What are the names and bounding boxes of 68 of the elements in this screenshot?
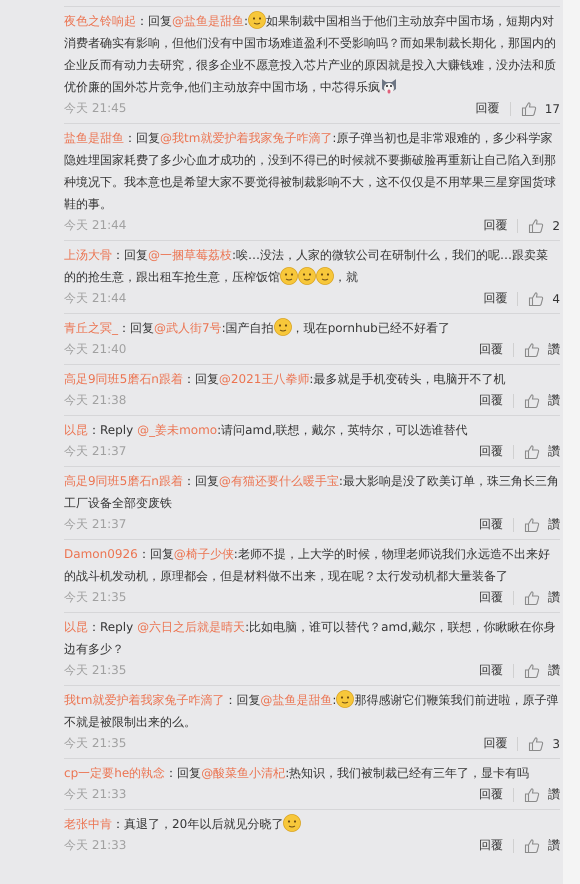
thumbs-up-icon[interactable] (524, 444, 540, 460)
like-count[interactable]: 讚 (548, 837, 560, 854)
like-count[interactable]: 4 (552, 292, 560, 306)
comment-text: 青丘之冥_：回复@武人街7号:国产自拍 ，现在pornhub已经不好看了 (64, 317, 560, 339)
reply-link[interactable]: 回覆 (483, 290, 508, 307)
like-count[interactable]: 讚 (548, 589, 560, 606)
thumbs-up-icon[interactable] (524, 786, 540, 802)
thumbs-up-icon[interactable] (528, 290, 544, 306)
like-count[interactable]: 讚 (548, 662, 560, 679)
like-count[interactable]: 讚 (548, 786, 560, 803)
comment-text: Damon0926：回复@椅子少侠:老师不提，上大学的时候，物理老师说我们永远造不出来好的战斗机发动机，原理都会，但是材料做不出来，现在呢？太行发动机都大量装备了 (64, 546, 551, 585)
like-count[interactable]: 2 (552, 218, 560, 232)
comment-text: 夜色之铃响起：回复@盐鱼是甜鱼: 如果制裁中国相当于他们主动放弃中国市场，短期内对消费者确实有影响，但他们没有中国市场难道盈利不受影响吗？而如果制裁长期化，那国内的企业反而有动力去研究，很多企业不愿意投入芯片产业的原因就是投入大赚钱难，没办法和质优价廉的国外芯片竞争,他们主动放弃中国市场，中芯得乐疯 (64, 10, 560, 98)
reply-link[interactable]: 回覆 (479, 786, 503, 803)
comment-time: 今天 21:33 (64, 837, 128, 854)
reply-link[interactable]: 回覆 (479, 589, 503, 606)
emoji-icon (274, 318, 292, 336)
comment-time: 今天 21:38 (64, 392, 128, 409)
comment-text: cp一定要he的執念：回复@酸菜鱼小清杞:热知识，我们被制裁已经有三年了，显卡有吗 (64, 765, 530, 782)
comment-text: 老张中肯：真退了，20年以后就见分晓了 (64, 813, 560, 835)
emoji-icon (298, 267, 316, 285)
reply-link[interactable]: 回覆 (476, 100, 500, 117)
thumbs-up-icon[interactable] (524, 838, 540, 854)
comment-time: 今天 21:40 (64, 341, 128, 358)
comment-time: 今天 21:44 (64, 217, 128, 234)
comment-text: 盐鱼是甜鱼：回复@我tm就爱护着我家兔子咋滴了:原子弹当初也是非常艰难的，多少科学家隐姓埋国家耗费了多少心血才成功的，没到不得已的时候就不要撕破脸再重新让自己陷入到那种境况下。我本意也是希望大家不要觉得被制裁影响不大，这不仅仅是不用苹果三星穿国货球鞋的事。 (64, 130, 557, 213)
comment-text: 上汤大骨：回复@一捆草莓荔枝:唉…没法，人家的微软公司在研制什么，我们的呢…跟卖菜的的抢生意，跟出租车抢生意，压榨饭馆 ，就 (64, 247, 550, 287)
comment-time: 今天 21:35 (64, 735, 128, 752)
comment-time: 今天 21:35 (64, 589, 128, 606)
like-count[interactable]: 讚 (548, 341, 560, 358)
comment-text: 我tm就爱护着我家兔子咋滴了：回复@盐鱼是甜鱼: 那得感谢它们鞭策我们前进啦，原子弹不就是被限制出来的么。 (64, 689, 560, 733)
like-count[interactable]: 讚 (548, 392, 560, 409)
thumbs-up-icon[interactable] (524, 662, 540, 678)
comment-text: 以昆：Reply @_姜未momo:请问amd,联想，戴尔，英特尔，可以选谁替代 (64, 422, 469, 439)
thumbs-up-icon[interactable] (524, 516, 540, 532)
comment-text: 高足9同班5磨石n跟着：回复@2021王八拳师:最多就是手机变砖头，电脑开不了机 (64, 371, 506, 388)
reply-link[interactable]: 回覆 (483, 217, 508, 234)
thumbs-up-icon[interactable] (524, 392, 540, 408)
emoji-icon (280, 267, 298, 285)
reply-link[interactable]: 回覆 (479, 443, 503, 460)
comment-time: 今天 21:37 (64, 443, 128, 460)
reply-link[interactable]: 回覆 (483, 735, 508, 752)
reply-link[interactable]: 回覆 (479, 392, 503, 409)
like-count[interactable]: 3 (552, 736, 560, 750)
emoji-icon (316, 267, 334, 285)
thumbs-up-icon[interactable] (524, 342, 540, 358)
emoji-icon (336, 690, 354, 708)
comment-time: 今天 21:33 (64, 786, 128, 803)
reply-link[interactable]: 回覆 (479, 516, 503, 533)
thumbs-up-icon[interactable] (528, 736, 544, 752)
dog-icon (380, 77, 398, 95)
thumbs-up-icon[interactable] (528, 218, 544, 234)
comment-time: 今天 21:35 (64, 662, 128, 679)
thumbs-up-icon[interactable] (524, 590, 540, 606)
comment-text: 以昆：Reply @六日之后就是晴天:比如电脑，谁可以替代？amd,戴尔，联想，你瞅瞅在你身边有多少？ (64, 619, 557, 658)
comment-time: 今天 21:37 (64, 516, 128, 533)
reply-link[interactable]: 回覆 (479, 662, 503, 679)
reply-link[interactable]: 回覆 (479, 837, 503, 854)
comment-text: 高足9同班5磨石n跟着：回复@有猫还要什么暖手宝:最大影响是没了欧美订单，珠三角长三角工厂设备全部变废铁 (64, 473, 560, 512)
reply-link[interactable]: 回覆 (479, 341, 503, 358)
thumbs-up-icon[interactable] (520, 100, 537, 116)
emoji-icon (283, 814, 302, 832)
comment-time: 今天 21:44 (64, 290, 128, 307)
like-count[interactable]: 17 (544, 102, 560, 116)
comment-time: 今天 21:45 (64, 100, 128, 117)
like-count[interactable]: 讚 (548, 443, 560, 460)
like-count[interactable]: 讚 (548, 516, 560, 533)
emoji-icon (248, 11, 266, 29)
